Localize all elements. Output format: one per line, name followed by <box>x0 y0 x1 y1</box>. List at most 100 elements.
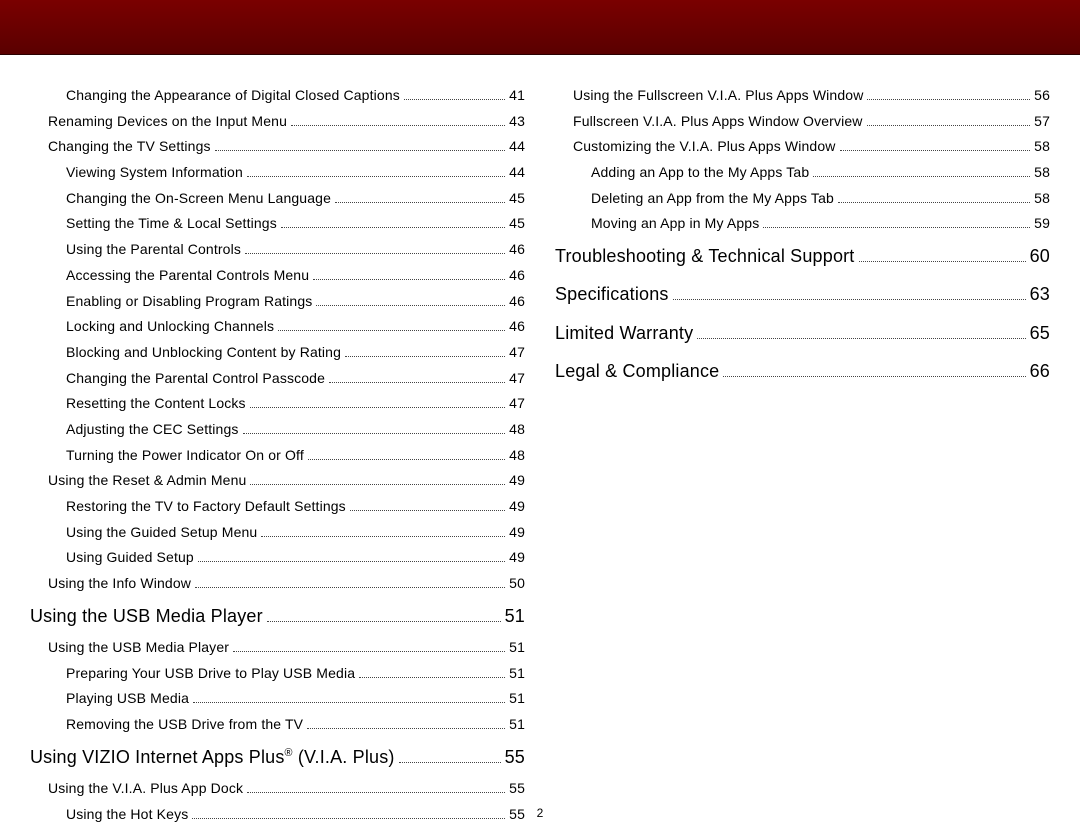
toc-entry: Renaming Devices on the Input Menu43 <box>30 111 525 133</box>
toc-entry: Removing the USB Drive from the TV51 <box>30 714 525 736</box>
toc-dot-leader <box>233 651 505 652</box>
toc-entry-page: 47 <box>509 368 525 390</box>
toc-dot-leader <box>215 150 505 151</box>
toc-dot-leader <box>247 792 505 793</box>
toc-entry: Limited Warranty65 <box>555 316 1050 350</box>
toc-entry-page: 47 <box>509 342 525 364</box>
toc-dot-leader <box>316 305 505 306</box>
toc-entry: Restoring the TV to Factory Default Sett… <box>30 496 525 518</box>
toc-entry: Using Guided Setup49 <box>30 547 525 569</box>
header-band <box>0 0 1080 55</box>
toc-entry-page: 51 <box>509 714 525 736</box>
toc-entry: Changing the On-Screen Menu Language 45 <box>30 188 525 210</box>
toc-entry-label: Adjusting the CEC Settings <box>66 419 239 441</box>
toc-entry: Using VIZIO Internet Apps Plus® (V.I.A. … <box>30 740 525 774</box>
toc-dot-leader <box>350 510 505 511</box>
toc-dot-leader <box>247 176 505 177</box>
toc-dot-leader <box>359 677 505 678</box>
toc-entry-label: Locking and Unlocking Channels <box>66 316 274 338</box>
toc-entry-label: Enabling or Disabling Program Ratings <box>66 291 312 313</box>
toc-entry-page: 43 <box>509 111 525 133</box>
toc-entry: Using the Info Window50 <box>30 573 525 595</box>
toc-dot-leader <box>193 702 505 703</box>
toc-content: Changing the Appearance of Digital Close… <box>0 55 1080 829</box>
toc-entry-label: Preparing Your USB Drive to Play USB Med… <box>66 663 355 685</box>
toc-entry-page: 49 <box>509 522 525 544</box>
toc-entry-page: 46 <box>509 239 525 261</box>
toc-entry-page: 60 <box>1030 239 1050 273</box>
toc-entry-page: 51 <box>505 599 525 633</box>
toc-entry: Blocking and Unblocking Content by Ratin… <box>30 342 525 364</box>
toc-entry-label: Fullscreen V.I.A. Plus Apps Window Overv… <box>573 111 863 133</box>
toc-dot-leader <box>723 376 1025 377</box>
toc-entry-page: 56 <box>1034 85 1050 107</box>
toc-entry-page: 45 <box>509 188 525 210</box>
toc-entry-label: Customizing the V.I.A. Plus Apps Window <box>573 136 836 158</box>
toc-entry: Using the Fullscreen V.I.A. Plus Apps Wi… <box>555 85 1050 107</box>
toc-dot-leader <box>195 587 505 588</box>
toc-entry-label: Blocking and Unblocking Content by Ratin… <box>66 342 341 364</box>
toc-dot-leader <box>867 99 1030 100</box>
toc-dot-leader <box>278 330 505 331</box>
toc-entry-page: 58 <box>1034 136 1050 158</box>
toc-entry: Preparing Your USB Drive to Play USB Med… <box>30 663 525 685</box>
toc-right-column: Using the Fullscreen V.I.A. Plus Apps Wi… <box>555 85 1050 829</box>
toc-entry-page: 49 <box>509 496 525 518</box>
toc-entry-label: Using Guided Setup <box>66 547 194 569</box>
toc-dot-leader <box>840 150 1031 151</box>
toc-entry-label: Changing the Parental Control Passcode <box>66 368 325 390</box>
toc-entry: Fullscreen V.I.A. Plus Apps Window Overv… <box>555 111 1050 133</box>
toc-entry-page: 45 <box>509 213 525 235</box>
toc-entry-page: 58 <box>1034 188 1050 210</box>
toc-entry-page: 48 <box>509 419 525 441</box>
toc-dot-leader <box>281 227 505 228</box>
toc-entry-label: Using the USB Media Player <box>48 637 229 659</box>
toc-entry-label: Deleting an App from the My Apps Tab <box>591 188 834 210</box>
toc-entry-label: Using the Fullscreen V.I.A. Plus Apps Wi… <box>573 85 863 107</box>
toc-entry-label: Resetting the Content Locks <box>66 393 246 415</box>
toc-entry-page: 51 <box>509 637 525 659</box>
toc-entry: Playing USB Media51 <box>30 688 525 710</box>
toc-entry-label: Using the V.I.A. Plus App Dock <box>48 778 243 800</box>
toc-entry-label: Restoring the TV to Factory Default Sett… <box>66 496 346 518</box>
toc-entry: Deleting an App from the My Apps Tab 58 <box>555 188 1050 210</box>
toc-entry-page: 63 <box>1030 277 1050 311</box>
toc-dot-leader <box>250 407 505 408</box>
toc-dot-leader <box>697 338 1025 339</box>
toc-dot-leader <box>867 125 1031 126</box>
toc-entry-page: 44 <box>509 136 525 158</box>
toc-entry-label: Adding an App to the My Apps Tab <box>591 162 809 184</box>
toc-entry-label: Using the Info Window <box>48 573 191 595</box>
toc-entry: Using the Parental Controls 46 <box>30 239 525 261</box>
toc-entry: Turning the Power Indicator On or Off48 <box>30 445 525 467</box>
toc-entry-label: Troubleshooting & Technical Support <box>555 239 855 273</box>
toc-entry-page: 51 <box>509 688 525 710</box>
toc-entry: Using the Reset & Admin Menu49 <box>30 470 525 492</box>
toc-entry: Moving an App in My Apps59 <box>555 213 1050 235</box>
toc-entry: Resetting the Content Locks 47 <box>30 393 525 415</box>
toc-dot-leader <box>329 382 505 383</box>
toc-dot-leader <box>859 261 1026 262</box>
toc-entry-page: 49 <box>509 470 525 492</box>
toc-dot-leader <box>404 99 505 100</box>
toc-entry-page: 59 <box>1034 213 1050 235</box>
toc-entry-label: Using VIZIO Internet Apps Plus® (V.I.A. … <box>30 740 395 774</box>
toc-dot-leader <box>291 125 505 126</box>
toc-entry: Adjusting the CEC Settings 48 <box>30 419 525 441</box>
toc-entry-page: 51 <box>509 663 525 685</box>
toc-entry: Viewing System Information44 <box>30 162 525 184</box>
toc-entry-label: Changing the On-Screen Menu Language <box>66 188 331 210</box>
toc-entry: Using the USB Media Player 51 <box>30 637 525 659</box>
toc-dot-leader <box>763 227 1030 228</box>
toc-entry: Changing the Parental Control Passcode 47 <box>30 368 525 390</box>
toc-dot-leader <box>399 762 501 763</box>
toc-dot-leader <box>335 202 505 203</box>
page-number: 2 <box>0 806 1080 820</box>
toc-dot-leader <box>267 621 501 622</box>
toc-entry: Accessing the Parental Controls Menu46 <box>30 265 525 287</box>
toc-entry: Legal & Compliance66 <box>555 354 1050 388</box>
toc-dot-leader <box>307 728 505 729</box>
toc-entry-label: Using the Parental Controls <box>66 239 241 261</box>
toc-dot-leader <box>198 561 505 562</box>
toc-entry-page: 47 <box>509 393 525 415</box>
